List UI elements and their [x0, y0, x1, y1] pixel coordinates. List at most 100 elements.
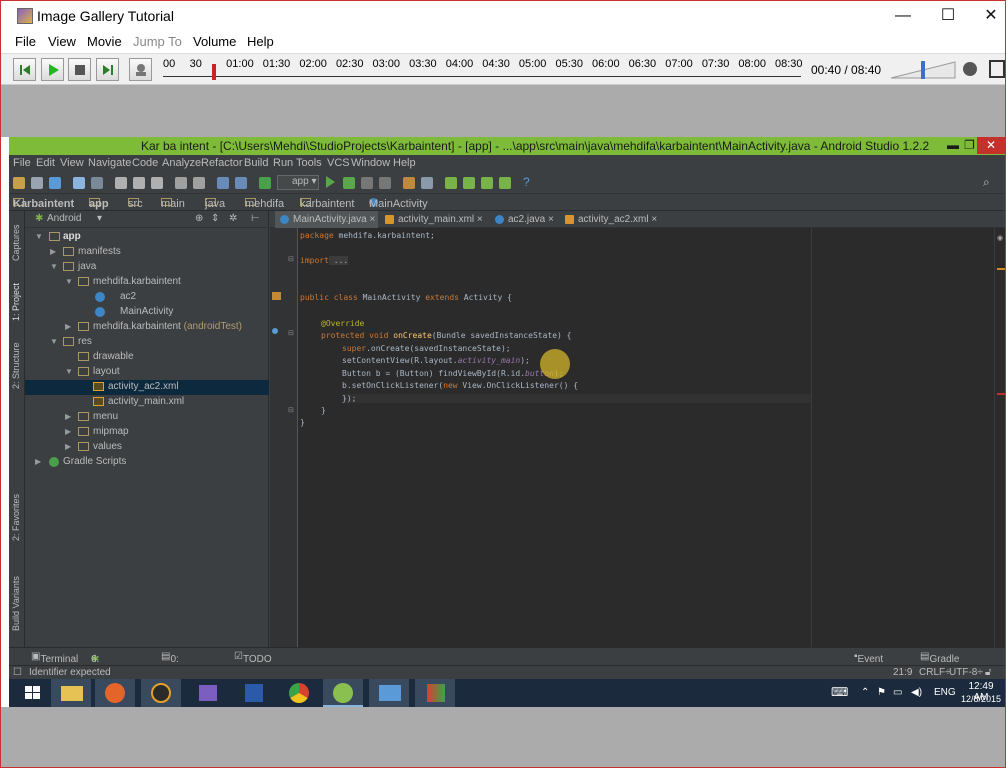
lock-icon[interactable]: 🔓︎ — [985, 667, 991, 678]
file-explorer-icon[interactable] — [51, 679, 91, 707]
tree-item-menu[interactable]: ▶ menu — [25, 410, 269, 425]
avd-manager-icon[interactable] — [463, 177, 475, 189]
close-button[interactable]: ✕ — [979, 5, 1003, 27]
tab-ac2-java[interactable]: ac2.java × — [490, 211, 560, 228]
attach-debugger-icon[interactable] — [361, 177, 373, 189]
open-icon[interactable] — [13, 177, 25, 189]
studio-menu-file[interactable]: File — [13, 157, 31, 169]
tree-item-app[interactable]: ▼ app — [25, 230, 269, 245]
save-icon[interactable] — [31, 177, 43, 189]
tool-tab-gradle-console[interactable]: ▤ Gradle Console — [920, 651, 966, 676]
sdk-manager-icon[interactable] — [445, 177, 457, 189]
play-button[interactable] — [41, 58, 64, 81]
warning-marker[interactable] — [997, 268, 1005, 270]
language-indicator[interactable]: ENG — [934, 687, 956, 698]
fold-icon[interactable]: ⊟ — [288, 255, 294, 263]
project-view-select[interactable]: Android — [47, 213, 81, 224]
studio-menu-navigate[interactable]: Navigate — [88, 157, 131, 169]
android-studio-taskbar-icon[interactable] — [323, 679, 363, 707]
maximize-button[interactable]: ☐ — [936, 5, 960, 27]
previous-button[interactable] — [13, 58, 36, 81]
run-config-select[interactable]: app ▾ — [277, 175, 319, 190]
studio-menu-vcs[interactable]: VCS — [327, 157, 350, 169]
studio-menu-view[interactable]: View — [60, 157, 84, 169]
fullscreen-icon[interactable] — [989, 60, 1005, 78]
tree-item-package-androidtest[interactable]: ▶ mehdifa.karbaintent (androidTest) — [25, 320, 269, 335]
timeline[interactable]: 00 30 01:00 01:30 02:00 02:30 03:00 03:30 04:00 0… — [163, 58, 803, 82]
sync-icon[interactable] — [49, 177, 61, 189]
undo-icon[interactable] — [73, 177, 85, 189]
editor-gutter[interactable]: ⊟ ⊟ ⊟ — [270, 228, 298, 647]
side-tab-project[interactable]: 1: Project — [11, 283, 21, 321]
hide-panel-icon[interactable]: ⊢ — [251, 213, 260, 224]
tree-item-layout[interactable]: ▼ layout — [25, 365, 269, 380]
studio-menu-help[interactable]: Help — [393, 157, 416, 169]
keyboard-icon[interactable]: ⌨ — [831, 685, 848, 699]
presenter-button[interactable] — [129, 58, 152, 81]
override-marker-icon[interactable] — [272, 328, 278, 334]
tree-item-mipmap[interactable]: ▶ mipmap — [25, 425, 269, 440]
run-icon[interactable] — [326, 176, 335, 188]
fold-icon[interactable]: ⊟ — [288, 406, 294, 414]
side-tab-build-variants[interactable]: Build Variants — [11, 576, 21, 631]
stop-process-icon[interactable] — [379, 177, 391, 189]
camtasia-icon[interactable] — [141, 679, 181, 707]
file-encoding[interactable]: UTF-8÷ — [949, 667, 983, 678]
tree-item-java[interactable]: ▼ java — [25, 260, 269, 275]
menu-help[interactable]: Help — [247, 34, 274, 49]
debug-icon[interactable] — [343, 177, 355, 189]
remote-desktop-icon[interactable] — [369, 679, 409, 707]
start-button[interactable] — [13, 679, 53, 707]
android-device-monitor-icon[interactable] — [499, 177, 511, 189]
tool-tab-terminal[interactable]: ▣ Terminal — [31, 651, 78, 665]
caret-position[interactable]: 21:9 — [893, 667, 912, 678]
studio-close-button[interactable]: ✕ — [977, 137, 1005, 154]
project-structure-icon[interactable] — [403, 177, 415, 189]
layout-preview-icon[interactable] — [272, 292, 281, 300]
tree-item-mainactivity[interactable]: MainActivity — [25, 305, 269, 320]
tree-item-package[interactable]: ▼ mehdifa.karbaintent — [25, 275, 269, 290]
cut-icon[interactable] — [115, 177, 127, 189]
clock-date[interactable]: 12/8/2015 — [961, 694, 1001, 704]
layout-icon[interactable] — [421, 177, 433, 189]
flag-icon[interactable]: ⚑ — [877, 687, 886, 698]
side-tab-captures[interactable]: Captures — [11, 224, 21, 261]
studio-menu-build[interactable]: Build — [244, 157, 268, 169]
studio-menu-window[interactable]: Window — [351, 157, 390, 169]
tree-item-manifests[interactable]: ▶ manifests — [25, 245, 269, 260]
show-hidden-icons[interactable]: ⌃ — [861, 687, 869, 698]
copy-icon[interactable] — [133, 177, 145, 189]
make-project-icon[interactable] — [259, 177, 271, 189]
word-icon[interactable] — [233, 679, 273, 707]
tree-item-drawable[interactable]: drawable — [25, 350, 269, 365]
studio-menu-edit[interactable]: Edit — [36, 157, 55, 169]
scroll-from-source-icon[interactable]: ⊕ — [195, 213, 203, 224]
search-everywhere-icon[interactable]: ⌕ — [983, 175, 990, 190]
tab-activity-main-xml[interactable]: activity_main.xml × — [380, 211, 488, 228]
tool-tab-event-log[interactable]: ▪ Event Log — [854, 651, 883, 676]
studio-menu-refactor[interactable]: Refactor — [201, 157, 243, 169]
speaker-icon[interactable]: ◀) — [911, 687, 922, 698]
settings-icon[interactable] — [963, 62, 977, 76]
status-box-icon[interactable]: ☐ — [13, 667, 22, 678]
visual-studio-icon[interactable] — [187, 679, 227, 707]
inspection-eye-icon[interactable]: ◉ — [997, 234, 1003, 242]
redo-icon[interactable] — [91, 177, 103, 189]
back-icon[interactable] — [217, 177, 229, 189]
menu-file[interactable]: File — [15, 34, 36, 49]
minimize-button[interactable]: — — [891, 5, 915, 27]
gear-icon[interactable]: ✲ — [229, 213, 237, 224]
firefox-icon[interactable] — [95, 679, 135, 707]
tree-item-values[interactable]: ▶ values — [25, 440, 269, 455]
studio-menu-analyze[interactable]: Analyze — [162, 157, 201, 169]
chrome-icon[interactable] — [279, 679, 319, 707]
tree-item-res[interactable]: ▼ res — [25, 335, 269, 350]
tree-item-activity-ac2-xml[interactable]: activity_ac2.xml — [25, 380, 269, 395]
collapse-all-icon[interactable]: ⇕ — [211, 213, 219, 224]
timeline-playhead[interactable] — [212, 64, 217, 80]
side-tab-favorites[interactable]: 2: Favorites — [11, 494, 21, 541]
chevron-down-icon[interactable]: ▾ — [97, 213, 102, 224]
next-button[interactable] — [96, 58, 119, 81]
forward-icon[interactable] — [235, 177, 247, 189]
studio-menu-run[interactable]: Run — [273, 157, 293, 169]
